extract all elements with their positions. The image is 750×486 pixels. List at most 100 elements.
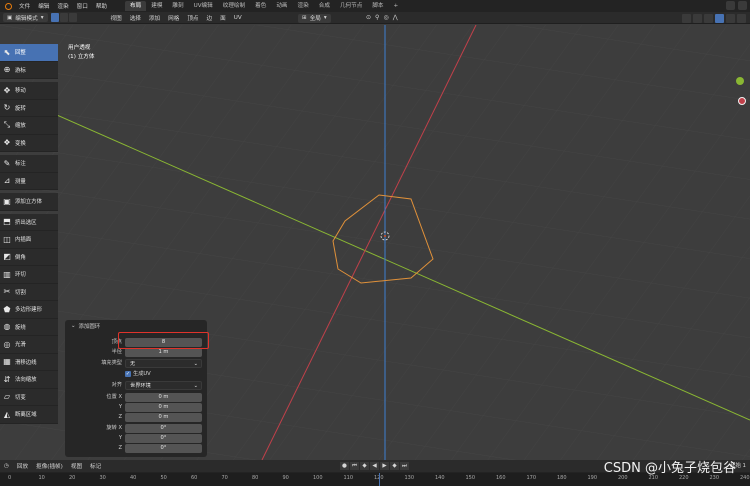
tool-transform[interactable]: ❖ 变换 [0,134,58,152]
tool-rotate[interactable]: ↻ 旋转 [0,99,58,117]
timeline-tick-label: 50 [160,475,167,481]
tab-rendering[interactable]: 渲染 [293,1,314,11]
tab-sculpting[interactable]: 雕刻 [167,1,188,11]
tool-add-cube[interactable]: ▣ 添加立方体 [0,193,58,211]
falloff-icon[interactable]: ⋀ [393,14,398,21]
tool-spin[interactable]: ◍ 旋绕 [0,318,58,336]
header-menu-face[interactable]: 面 [216,14,230,22]
operator-panel-header[interactable]: ⌄ 添加圆环 [65,320,207,331]
tool-measure[interactable]: ⊿ 测量 [0,172,58,190]
tool-edge-slide[interactable]: ▦ 滑移边线 [0,353,58,371]
timeline-tick-label: 30 [99,475,106,481]
gizmo-x-icon[interactable] [738,97,746,105]
tab-shading[interactable]: 着色 [250,1,271,11]
generate-uvs-checkbox[interactable]: ✓ 生成UV [125,370,151,377]
snap-icon[interactable]: ⚲ [375,14,379,21]
vertex-select-icon[interactable] [50,13,59,22]
tab-geometry-nodes[interactable]: 几何节点 [335,1,367,11]
tool-loop-cut[interactable]: ▥ 环切 [0,266,58,284]
tool-select-box[interactable]: ⬉ 回整 [0,44,58,62]
scene-icon[interactable] [726,1,735,10]
radius-field[interactable]: 1 m [125,348,202,357]
next-keyframe-icon[interactable]: ◆ [390,462,399,470]
jump-start-icon[interactable]: ⏮ [350,462,359,470]
play-reverse-icon[interactable]: ◀ [370,462,379,470]
play-icon[interactable]: ▶ [380,462,389,470]
blender-logo-icon[interactable] [3,1,13,11]
timeline-menu-playback[interactable]: 回放 [13,462,32,470]
tool-annotate[interactable]: ✎ 标注 [0,155,58,173]
menu-edit[interactable]: 编辑 [34,2,53,10]
op-label: Y [118,404,122,410]
tab-uv-editing[interactable]: UV编辑 [189,1,218,11]
tool-rip-region[interactable]: ◭ 断离区域 [0,406,58,424]
tool-scale[interactable]: ⤡ 缩放 [0,117,58,135]
tool-poly-build[interactable]: ⬟ 多边形建形 [0,301,58,319]
op-label: 半径 [111,349,122,355]
tab-scripting[interactable]: 脚本 [367,1,388,11]
tab-texture-paint[interactable]: 纹理绘制 [218,1,250,11]
header-menu-uv[interactable]: UV [230,15,246,21]
view-layer-icon[interactable] [738,1,747,10]
timeline-menu-keying[interactable]: 抠像(插帧) [32,462,67,470]
tool-inset-faces[interactable]: ◫ 内插面 [0,231,58,249]
header-menu-mesh[interactable]: 网格 [164,14,183,22]
gizmo-y-icon[interactable] [736,77,744,85]
timeline-editor-type-icon[interactable]: ◷ [0,463,13,469]
overlay-icon[interactable] [682,13,691,23]
edge-select-icon[interactable] [59,13,68,22]
proportional-edit-icon[interactable]: ◎ [383,14,388,21]
header-menu-select[interactable]: 选择 [126,14,145,22]
timeline-menu-marker[interactable]: 标记 [86,462,105,470]
solid-shading-icon[interactable] [715,13,724,23]
highlight-annotation [118,332,209,349]
timeline-menu-view[interactable]: 视图 [67,462,86,470]
menu-help[interactable]: 帮助 [92,2,111,10]
record-icon[interactable]: ● [340,462,349,470]
header-menu-vertex[interactable]: 顶点 [183,14,202,22]
tool-extrude-region[interactable]: ⬒ 挤出选区 [0,213,58,231]
tool-bevel[interactable]: ◩ 倒角 [0,248,58,266]
tool-shrink-fatten[interactable]: ⇵ 法向缩放 [0,371,58,389]
rotation-x-field[interactable]: 0° [125,424,202,433]
wireframe-shading-icon[interactable] [704,13,713,23]
smooth-icon: ◎ [3,339,11,349]
pivot-icon[interactable]: ⊙ [366,14,371,21]
rotation-y-field[interactable]: 0° [125,434,202,443]
generate-uvs-label: 生成UV [133,371,151,377]
rotation-z-field[interactable]: 0° [125,444,202,453]
tool-shear[interactable]: ▱ 切变 [0,388,58,406]
align-select[interactable]: 世界环境 ⌄ [125,381,202,390]
navigation-gizmo[interactable] [734,75,748,109]
menu-window[interactable]: 窗口 [73,2,92,10]
prev-keyframe-icon[interactable]: ◆ [360,462,369,470]
header-menu-edge[interactable]: 边 [203,14,217,22]
header-menu-add[interactable]: 添加 [145,14,164,22]
tab-animation[interactable]: 动画 [271,1,292,11]
tool-smooth[interactable]: ◎ 光滑 [0,336,58,354]
menu-render[interactable]: 渲染 [53,2,72,10]
transform-orientation-select[interactable]: ⊞ 全局 ▾ [298,13,331,23]
tool-move[interactable]: ✥ 移动 [0,82,58,100]
tab-compositing[interactable]: 合成 [314,1,335,11]
header-menu-view[interactable]: 视图 [107,14,126,22]
tab-modeling[interactable]: 建模 [146,1,167,11]
add-workspace-button[interactable]: + [389,1,404,11]
mode-select[interactable]: ▣ 编辑模式 ▾ [3,13,48,22]
tab-layout[interactable]: 布局 [125,1,147,11]
tool-cursor[interactable]: ⊕ 游标 [0,61,58,79]
xray-icon[interactable] [693,13,702,23]
location-z-field[interactable]: 0 m [125,413,202,422]
align-value: 世界环境 [130,383,151,389]
tool-label: 缩放 [15,123,26,130]
menu-file[interactable]: 文件 [15,2,34,10]
tool-knife[interactable]: ✂ 切割 [0,283,58,301]
rendered-shading-icon[interactable] [737,13,746,23]
op-row-radius: 半径 1 m [65,348,207,357]
location-x-field[interactable]: 0 m [125,393,202,402]
fill-type-select[interactable]: 无 ⌄ [125,359,202,368]
location-y-field[interactable]: 0 m [125,403,202,412]
face-select-icon[interactable] [68,13,77,22]
jump-end-icon[interactable]: ⏭ [400,462,409,470]
material-shading-icon[interactable] [726,13,735,23]
